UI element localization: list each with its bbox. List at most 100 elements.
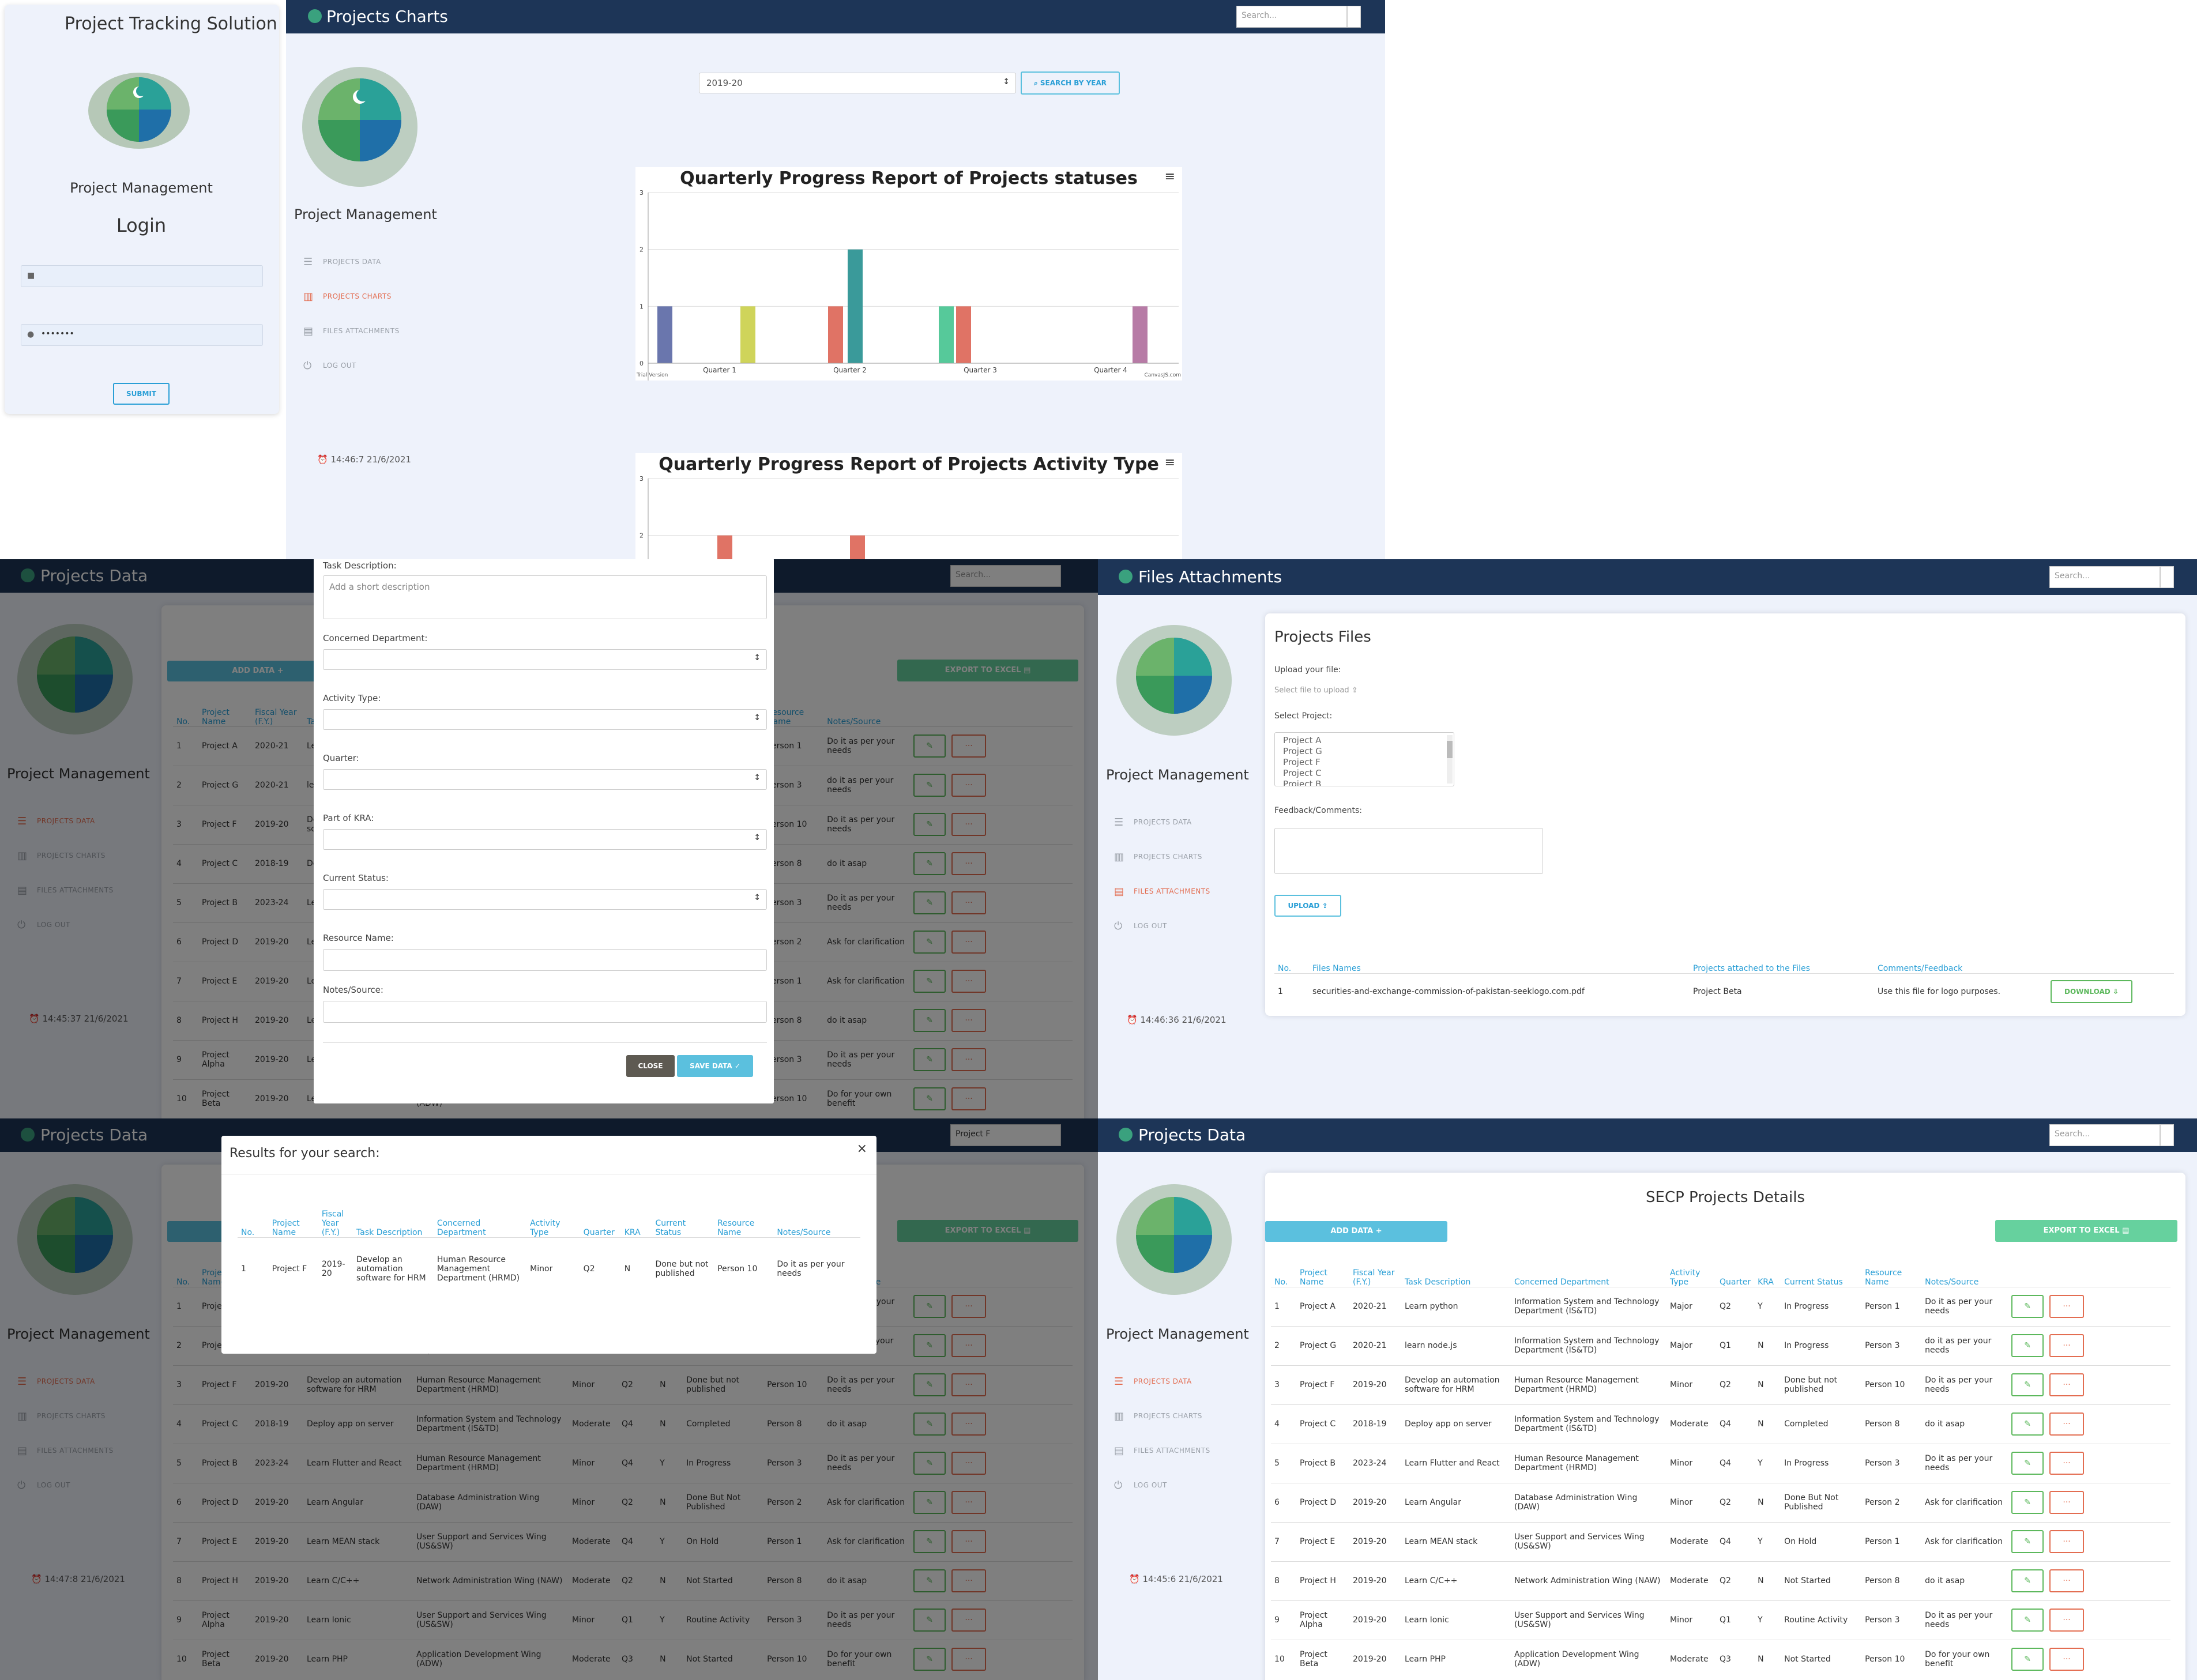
nav-log-out[interactable]: ⏻LOG OUT bbox=[303, 360, 356, 372]
search-input[interactable]: Search... bbox=[2049, 1124, 2160, 1146]
edit-button[interactable]: ✎ bbox=[2011, 1648, 2044, 1671]
save-data-button[interactable]: SAVE DATA ✓ bbox=[677, 1055, 753, 1077]
delete-button[interactable]: ··· bbox=[2049, 1412, 2085, 1436]
delete-button[interactable]: ··· bbox=[2049, 1295, 2085, 1318]
bar-chart-icon: ▥ bbox=[1114, 1410, 1124, 1422]
year-select[interactable]: 2019-20 ↕ bbox=[699, 73, 1016, 93]
x-tick-label: Quarter 4 bbox=[1094, 366, 1127, 374]
task-description-input[interactable]: Add a short description bbox=[323, 575, 767, 619]
table-row: 10Project Beta2019-20Learn PHPApplicatio… bbox=[1271, 1639, 2170, 1679]
y-tick-label: 0 bbox=[639, 360, 644, 367]
status-select[interactable] bbox=[323, 889, 767, 910]
edit-button[interactable]: ✎ bbox=[2011, 1412, 2044, 1436]
delete-button[interactable]: ··· bbox=[2049, 1491, 2085, 1514]
nav-projects-charts[interactable]: ▥PROJECTS CHARTS bbox=[1114, 851, 1202, 863]
quarter-label: Quarter: bbox=[323, 753, 359, 763]
export-excel-button[interactable]: EXPORT TO EXCEL ▤ bbox=[1995, 1220, 2177, 1242]
clock-icon: ⏰ bbox=[317, 454, 331, 465]
search-icon: ⌕ bbox=[1033, 79, 1040, 87]
bar bbox=[939, 306, 954, 363]
app-title: Projects Data bbox=[1138, 1125, 1246, 1144]
department-select[interactable] bbox=[323, 649, 767, 670]
search-input[interactable]: Search... bbox=[2049, 566, 2160, 588]
feedback-textarea[interactable] bbox=[1274, 828, 1543, 874]
notes-label: Notes/Source: bbox=[323, 985, 383, 995]
edit-button[interactable]: ✎ bbox=[2011, 1452, 2044, 1475]
list-item[interactable]: Project B bbox=[1283, 779, 1446, 786]
emblem-logo bbox=[1112, 623, 1236, 738]
nav-projects-data[interactable]: ☰PROJECTS DATA bbox=[303, 256, 381, 268]
nav-projects-charts[interactable]: ▥PROJECTS CHARTS bbox=[1114, 1410, 1202, 1422]
submit-button[interactable]: SUBMIT bbox=[113, 383, 170, 405]
globe-icon bbox=[1119, 1128, 1133, 1142]
add-data-button[interactable]: ADD DATA + bbox=[1265, 1221, 1447, 1242]
scrollbar[interactable] bbox=[1447, 735, 1453, 784]
edit-button[interactable]: ✎ bbox=[2011, 1295, 2044, 1318]
download-button[interactable]: DOWNLOAD ⇩ bbox=[2051, 980, 2132, 1004]
column-header: Quarter bbox=[1720, 1277, 1751, 1287]
nav-files-attachments[interactable]: ▤FILES ATTACHMENTS bbox=[1114, 886, 1210, 898]
department-label: Concerned Department: bbox=[323, 633, 428, 643]
details-panel: Projects Data Search... Project Manageme… bbox=[1098, 1118, 2197, 1680]
delete-button[interactable]: ··· bbox=[2049, 1530, 2085, 1553]
list-icon: ☰ bbox=[1114, 816, 1124, 828]
username-input[interactable]: ■ bbox=[21, 265, 263, 287]
nav-projects-data[interactable]: ☰PROJECTS DATA bbox=[1114, 816, 1192, 828]
delete-button[interactable]: ··· bbox=[2049, 1452, 2085, 1475]
delete-button[interactable]: ··· bbox=[2049, 1334, 2085, 1357]
login-heading: Login bbox=[116, 214, 167, 236]
kra-select[interactable] bbox=[323, 829, 767, 850]
search-button[interactable] bbox=[2160, 566, 2174, 588]
edit-button[interactable]: ✎ bbox=[2011, 1530, 2044, 1553]
chart-svg: 23 bbox=[639, 475, 1179, 559]
search-input[interactable]: Search... bbox=[1236, 6, 1347, 28]
project-listbox[interactable]: Project A Project G Project F Project C … bbox=[1274, 732, 1454, 786]
list-item[interactable]: Project C bbox=[1283, 768, 1446, 779]
delete-button[interactable]: ··· bbox=[2049, 1609, 2085, 1632]
search-button[interactable] bbox=[2160, 1124, 2174, 1146]
list-item[interactable]: Project F bbox=[1283, 757, 1446, 768]
y-tick-label: 2 bbox=[639, 246, 644, 254]
delete-button[interactable]: ··· bbox=[2049, 1648, 2085, 1671]
list-item[interactable]: Project A bbox=[1283, 735, 1446, 746]
quarter-select[interactable] bbox=[323, 769, 767, 790]
edit-button[interactable]: ✎ bbox=[2011, 1569, 2044, 1592]
bar bbox=[717, 535, 732, 559]
delete-button[interactable]: ··· bbox=[2049, 1569, 2085, 1592]
files-panel: Files Attachments Search... Project Mana… bbox=[1098, 559, 2197, 1118]
edit-button[interactable]: ✎ bbox=[2011, 1373, 2044, 1396]
activity-type-select[interactable] bbox=[323, 709, 767, 730]
file-icon: ▤ bbox=[1114, 886, 1124, 898]
side-title: Project Management bbox=[1106, 1326, 1249, 1342]
globe-icon bbox=[308, 9, 322, 23]
delete-button[interactable]: ··· bbox=[2049, 1373, 2085, 1396]
edit-button[interactable]: ✎ bbox=[2011, 1609, 2044, 1632]
credit-canvasjs: CanvasJS.com bbox=[1144, 372, 1181, 378]
x-tick-label: Quarter 3 bbox=[964, 366, 997, 374]
column-header: Project Name bbox=[1300, 1268, 1327, 1287]
files-navbar: Files Attachments Search... bbox=[1098, 559, 2197, 595]
nav-projects-data[interactable]: ☰PROJECTS DATA bbox=[1114, 1376, 1192, 1388]
password-input[interactable]: ● ••••••• bbox=[21, 324, 263, 346]
search-button[interactable] bbox=[1347, 6, 1361, 28]
column-header: Fiscal Year (F.Y.) bbox=[321, 1209, 344, 1237]
edit-button[interactable]: ✎ bbox=[2011, 1334, 2044, 1357]
close-icon[interactable]: × bbox=[857, 1142, 867, 1156]
close-button[interactable]: CLOSE bbox=[626, 1055, 675, 1077]
projects-table: No. Project Name Fiscal Year (F.Y.) Task De… bbox=[1271, 1259, 2170, 1679]
select-file-button[interactable]: Select file to upload ⇪ bbox=[1274, 686, 1358, 695]
edit-button[interactable]: ✎ bbox=[2011, 1491, 2044, 1514]
nav-log-out[interactable]: ⏻LOG OUT bbox=[1114, 1479, 1167, 1491]
nav-files-attachments[interactable]: ▤FILES ATTACHMENTS bbox=[303, 325, 400, 337]
upload-button[interactable]: UPLOAD ⇪ bbox=[1274, 895, 1341, 917]
nav-log-out[interactable]: ⏻LOG OUT bbox=[1114, 920, 1167, 932]
search-by-year-button[interactable]: ⌕ SEARCH BY YEAR bbox=[1021, 71, 1120, 95]
credit-trial: Trial Version bbox=[637, 372, 668, 378]
notes-input[interactable] bbox=[323, 1001, 767, 1023]
nav-projects-charts[interactable]: ▥PROJECTS CHARTS bbox=[303, 291, 392, 303]
clock: ⏰ 14:46:36 21/6/2021 bbox=[1127, 1015, 1227, 1025]
resource-input[interactable] bbox=[323, 949, 767, 971]
table-row: 4Project C2018-19Deploy app on serverInf… bbox=[1271, 1404, 2170, 1444]
list-item[interactable]: Project G bbox=[1283, 746, 1446, 757]
nav-files-attachments[interactable]: ▤FILES ATTACHMENTS bbox=[1114, 1445, 1210, 1457]
